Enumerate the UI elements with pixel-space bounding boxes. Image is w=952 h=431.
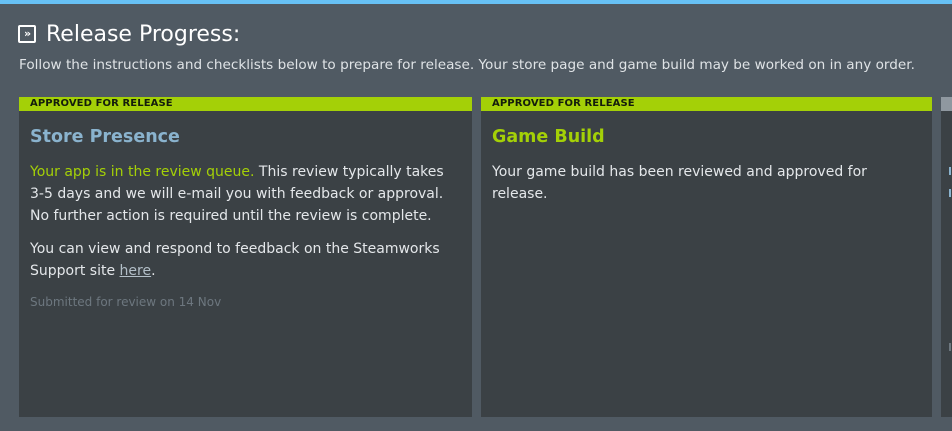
review-queue-highlight: Your app is in the review queue. — [30, 164, 255, 180]
game-build-card: APPROVED FOR RELEASE Game Build Your gam… — [481, 97, 932, 417]
status-badge: APPROVED FOR RELEASE — [481, 97, 932, 111]
partial-text-marker — [949, 189, 951, 197]
feedback-text-end: . — [151, 263, 156, 279]
status-badge: APPROVED FOR RELEASE — [19, 97, 472, 111]
feedback-text-body: You can view and respond to feedback on … — [30, 241, 440, 279]
review-status-text: Your app is in the review queue. This re… — [30, 161, 461, 227]
card-title: Game Build — [492, 127, 605, 147]
next-card-partial — [941, 97, 952, 417]
instructions-text: Follow the instructions and checklists b… — [19, 57, 915, 73]
partial-text-marker — [949, 343, 951, 351]
store-presence-card: APPROVED FOR RELEASE Store Presence Your… — [19, 97, 472, 417]
support-site-link[interactable]: here — [120, 263, 152, 279]
status-badge — [941, 97, 952, 111]
partial-text-marker — [949, 167, 951, 175]
fast-forward-icon: » — [18, 25, 36, 43]
submission-date: Submitted for review on 14 Nov — [30, 295, 222, 309]
feedback-text: You can view and respond to feedback on … — [30, 238, 461, 282]
release-progress-header: » Release Progress: — [18, 19, 240, 49]
page-title: Release Progress: — [46, 21, 241, 47]
top-accent-line — [0, 0, 952, 4]
build-status-text: Your game build has been reviewed and ap… — [492, 164, 867, 202]
card-title: Store Presence — [30, 127, 180, 147]
